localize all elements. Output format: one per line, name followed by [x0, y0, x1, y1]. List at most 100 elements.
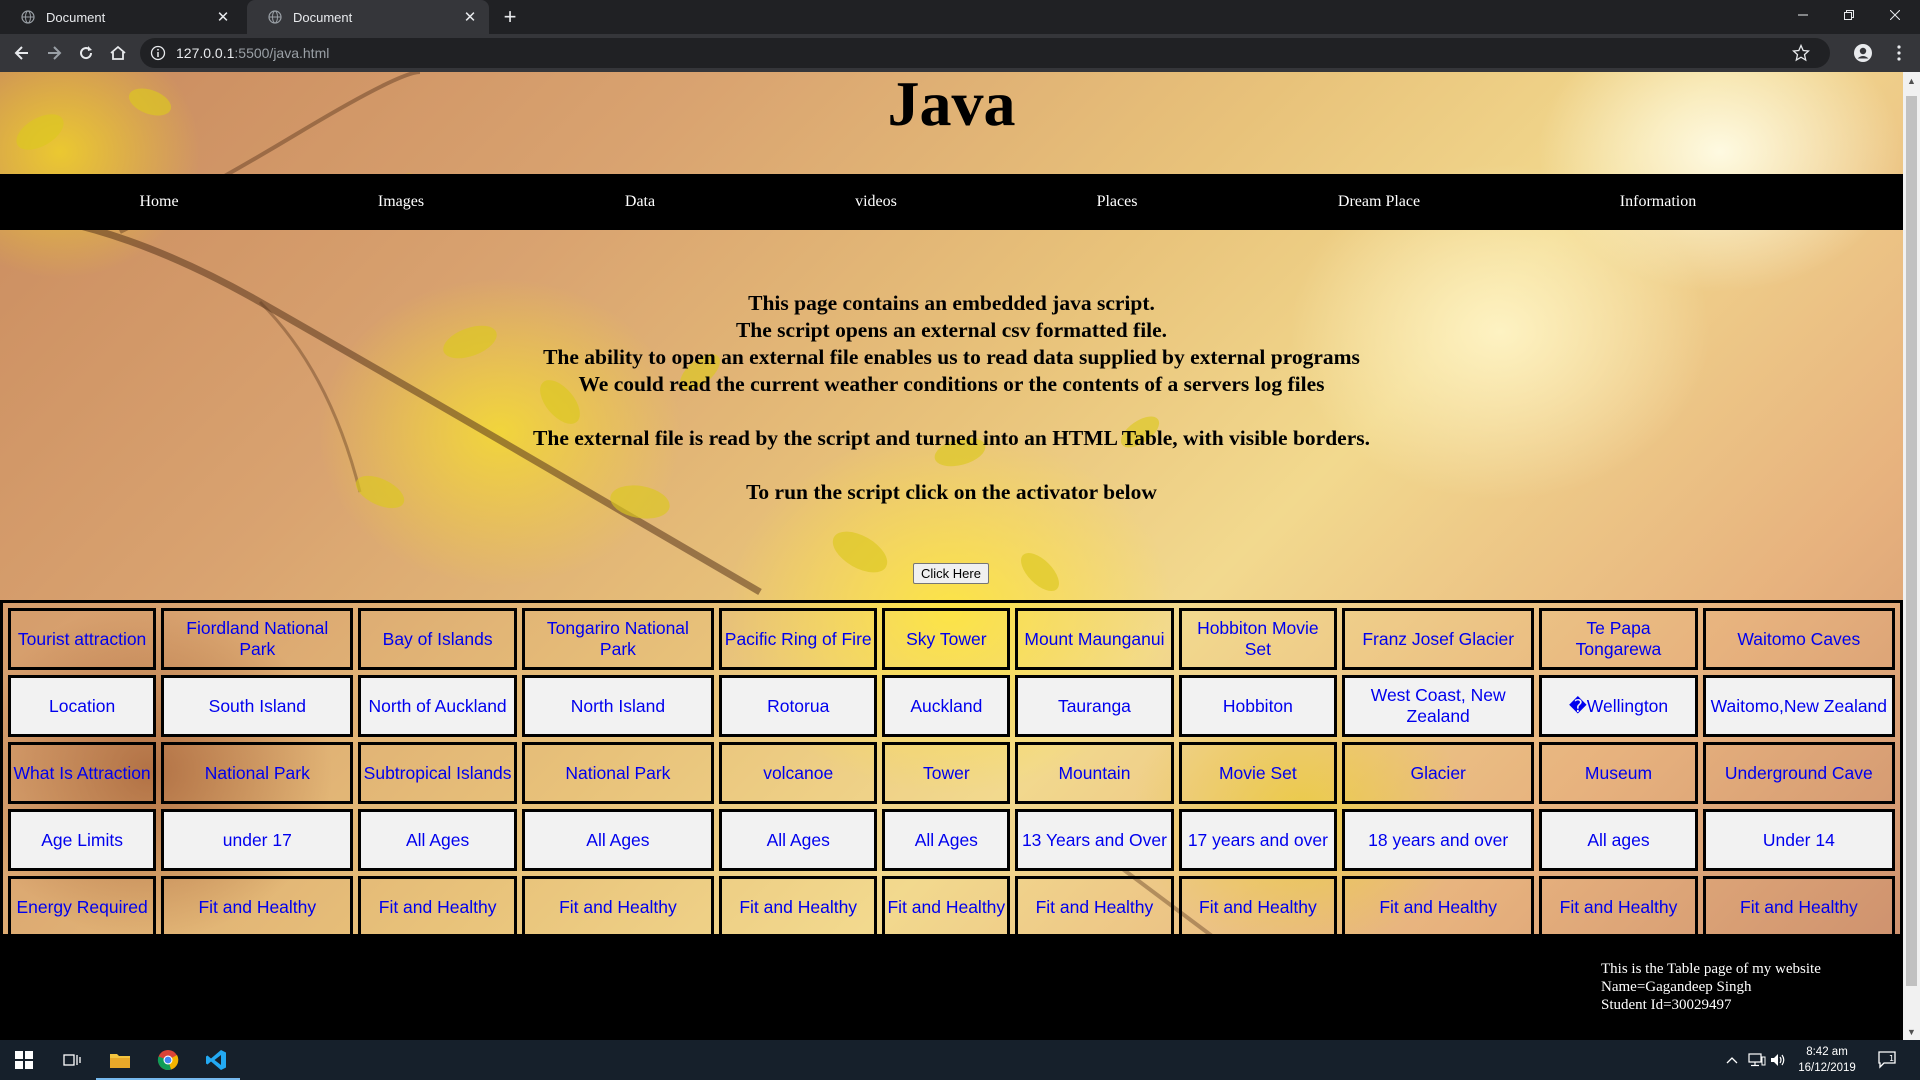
tab-title: Document — [46, 9, 106, 25]
table-cell: Fit and Healthy — [521, 876, 714, 938]
address-bar[interactable]: 127.0.0.1:5500/java.html — [140, 38, 1830, 68]
table-cell: Fit and Healthy — [1702, 876, 1895, 938]
volume-icon[interactable] — [1770, 1040, 1786, 1080]
table-cell: Hobbiton — [1178, 675, 1338, 737]
table-row: Location South Island North of Auckland Nor… — [8, 675, 1895, 737]
tab-title: Document — [293, 9, 353, 25]
table-cell: Subtropical Islands — [358, 742, 517, 804]
new-tab-plus-icon[interactable]: + — [497, 4, 523, 30]
table-cell: Pacific Ring of Fire — [719, 608, 878, 670]
clock-time: 8:42 am — [1806, 1046, 1848, 1058]
intro-text: This page contains an embedded java scri… — [0, 290, 1903, 506]
nav-places[interactable]: Places — [1097, 174, 1138, 230]
table-row-header-cell: What Is Attraction — [8, 742, 157, 804]
bookmark-star-icon[interactable] — [1791, 43, 1811, 62]
table-row-header-cell: Energy Required — [8, 876, 157, 938]
show-hidden-icons-chevron-icon[interactable] — [1726, 1040, 1738, 1080]
table-cell: All Ages — [521, 809, 714, 871]
tab-document-2[interactable]: Document ✕ — [247, 0, 489, 34]
globe-icon — [267, 9, 283, 25]
attractions-table: Tourist attraction Fiordland National Par… — [0, 600, 1903, 943]
table-cell: Mount Maunganui — [1015, 608, 1174, 670]
scroll-down-arrow-icon[interactable]: ▼ — [1903, 1023, 1920, 1040]
table-cell: Tower — [882, 742, 1011, 804]
nav-data[interactable]: Data — [625, 174, 655, 230]
kebab-menu-icon[interactable] — [1889, 43, 1909, 63]
click-here-button[interactable]: Click Here — [913, 563, 989, 584]
restore-icon[interactable] — [1826, 0, 1872, 30]
intro-line: We could read the current weather condit… — [578, 372, 1325, 396]
page-viewport: Java Home Images Data videos Places Drea… — [0, 72, 1903, 1040]
intro-line: The ability to open an external file ena… — [543, 345, 1360, 369]
footer-line: This is the Table page of my website — [1601, 961, 1821, 977]
intro-line: The external file is read by the script … — [533, 426, 1370, 450]
notifications-icon[interactable]: 1 — [1878, 1040, 1898, 1080]
nav-videos[interactable]: videos — [855, 174, 897, 230]
forward-arrow-icon[interactable] — [40, 39, 68, 67]
table-row-header-cell: Age Limits — [8, 809, 157, 871]
back-arrow-icon[interactable] — [8, 39, 36, 67]
nav-information[interactable]: Information — [1620, 174, 1696, 230]
footer-signature: This is the Table page of my website Nam… — [1601, 960, 1821, 1014]
table-cell: Movie Set — [1178, 742, 1338, 804]
info-icon[interactable] — [150, 45, 166, 61]
tab-close-icon[interactable]: ✕ — [461, 8, 479, 26]
table-cell: 18 years and over — [1342, 809, 1535, 871]
table-cell: Fit and Healthy — [719, 876, 878, 938]
profile-avatar-icon[interactable] — [1853, 43, 1873, 63]
notification-count: 1 — [1889, 1054, 1894, 1063]
table-cell: Waitomo Caves — [1702, 608, 1895, 670]
tab-document-1[interactable]: Document ✕ — [0, 0, 242, 34]
close-window-icon[interactable] — [1872, 0, 1918, 30]
home-icon[interactable] — [104, 39, 132, 67]
vertical-scrollbar[interactable]: ▲ ▼ — [1903, 72, 1920, 1040]
vscode-icon[interactable] — [192, 1040, 240, 1080]
chrome-icon[interactable] — [144, 1040, 192, 1080]
table-cell: Auckland — [882, 675, 1011, 737]
table-row-header-cell: Tourist attraction — [8, 608, 157, 670]
table-cell: Fit and Healthy — [1178, 876, 1338, 938]
intro-line: To run the script click on the activator… — [746, 480, 1157, 504]
reload-icon[interactable] — [72, 39, 100, 67]
table-cell: Fit and Healthy — [161, 876, 354, 938]
table-cell: Mountain — [1015, 742, 1174, 804]
taskbar-clock[interactable]: 8:42 am 16/12/2019 — [1792, 1044, 1862, 1076]
table-cell: All ages — [1539, 809, 1698, 871]
tab-close-icon[interactable]: ✕ — [214, 8, 232, 26]
scrollbar-thumb[interactable] — [1906, 96, 1917, 986]
scroll-up-arrow-icon[interactable]: ▲ — [1903, 72, 1920, 89]
main-nav: Home Images Data videos Places Dream Pla… — [0, 174, 1903, 230]
nav-images[interactable]: Images — [378, 174, 424, 230]
table-cell: Fit and Healthy — [358, 876, 517, 938]
page-footer: This is the Table page of my website Nam… — [0, 938, 1903, 1040]
task-view-icon[interactable] — [48, 1040, 96, 1080]
file-explorer-icon[interactable] — [96, 1040, 144, 1080]
table-cell: Franz Josef Glacier — [1342, 608, 1535, 670]
table-cell: All Ages — [882, 809, 1011, 871]
nav-home[interactable]: Home — [139, 174, 178, 230]
globe-icon — [20, 9, 36, 25]
table-cell: Tauranga — [1015, 675, 1174, 737]
table-cell: Sky Tower — [882, 608, 1011, 670]
footer-line: Name=Gagandeep Singh — [1601, 979, 1752, 995]
table-cell: National Park — [161, 742, 354, 804]
table-cell: Te Papa Tongarewa — [1539, 608, 1698, 670]
tab-strip: Document ✕ Document ✕ + — [0, 0, 1920, 34]
table-cell: North of Auckland — [358, 675, 517, 737]
footer-line: Student Id=30029497 — [1601, 997, 1732, 1013]
table-cell: Fit and Healthy — [1539, 876, 1698, 938]
table-cell: North Island — [521, 675, 714, 737]
minimize-icon[interactable] — [1780, 0, 1826, 30]
network-icon[interactable] — [1748, 1040, 1766, 1080]
table-cell: Hobbiton Movie Set — [1178, 608, 1338, 670]
nav-dream-place[interactable]: Dream Place — [1338, 174, 1420, 230]
windows-taskbar: 8:42 am 16/12/2019 1 — [0, 1040, 1920, 1080]
windows-start-icon[interactable] — [0, 1040, 48, 1080]
table-cell: �Wellington — [1539, 675, 1698, 737]
table-cell: Glacier — [1342, 742, 1535, 804]
table-row: What Is Attraction National Park Subtropic… — [8, 742, 1895, 804]
table-row: Energy Required Fit and Healthy Fit and He… — [8, 876, 1895, 938]
table-cell: volcanoe — [719, 742, 878, 804]
